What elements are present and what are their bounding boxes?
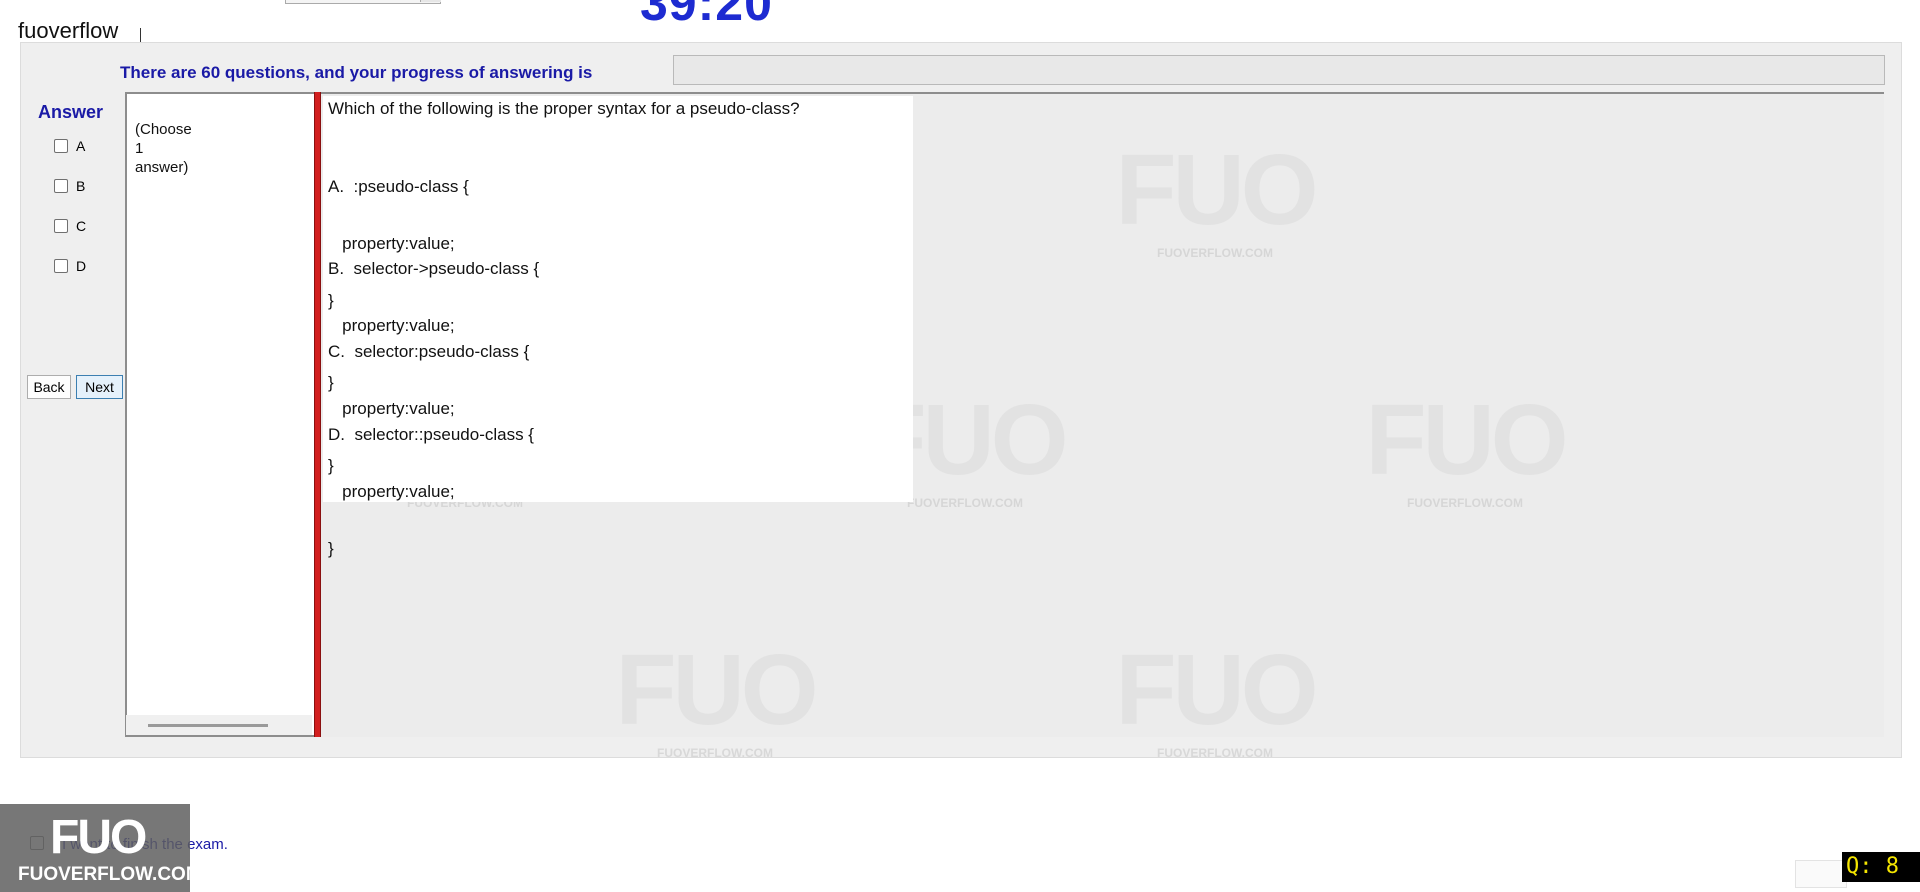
watermark: FUOFUOVERFLOW.COM (615, 634, 818, 760)
choose-instruction: (Choose 1 answer) (135, 121, 192, 176)
option-label: B (76, 178, 86, 194)
answer-label: Answer (38, 102, 104, 122)
checkbox-c[interactable] (54, 219, 68, 233)
checkbox-b[interactable] (54, 179, 68, 193)
exam-timer: 39:20 (640, 0, 773, 31)
option-label: C (76, 218, 87, 234)
question-counter: Q: 8 (1842, 852, 1920, 882)
answer-option-c[interactable]: C (54, 218, 86, 234)
logo-text: FUOVERFLOW.COM (18, 864, 202, 885)
top-input-dropdown-button[interactable] (420, 0, 441, 2)
checkbox-d[interactable] (54, 259, 68, 273)
top-input-field[interactable] (285, 0, 441, 4)
panel-splitter[interactable] (314, 92, 321, 737)
choose-panel (125, 92, 315, 737)
watermark: FUOFUOVERFLOW.COM (1115, 634, 1318, 760)
scrollbar-thumb[interactable] (148, 724, 268, 727)
fuoverflow-logo: FUO FUOVERFLOW.COM (0, 804, 202, 892)
answer-option-d[interactable]: D (54, 258, 86, 274)
app-name: fuoverflow (18, 18, 119, 43)
progress-label: There are 60 questions, and your progres… (120, 63, 593, 82)
answer-option-b[interactable]: B (54, 178, 85, 194)
progress-bar (673, 55, 1885, 85)
choice-d: D. selector::pseudo-class { property:val… (328, 425, 534, 558)
option-label: A (76, 138, 86, 154)
logo-mark: FUO (50, 811, 147, 864)
question-text: Which of the following is the proper syn… (328, 99, 800, 118)
back-button[interactable]: Back (27, 375, 71, 399)
watermark: FUOFUOVERFLOW.COM (1115, 134, 1318, 260)
bottom-input-field[interactable] (1795, 860, 1847, 888)
next-button[interactable]: Next (76, 375, 123, 399)
answer-option-a[interactable]: A (54, 138, 85, 154)
checkbox-a[interactable] (54, 139, 68, 153)
watermark: FUOFUOVERFLOW.COM (1365, 384, 1568, 510)
option-label: D (76, 258, 87, 274)
